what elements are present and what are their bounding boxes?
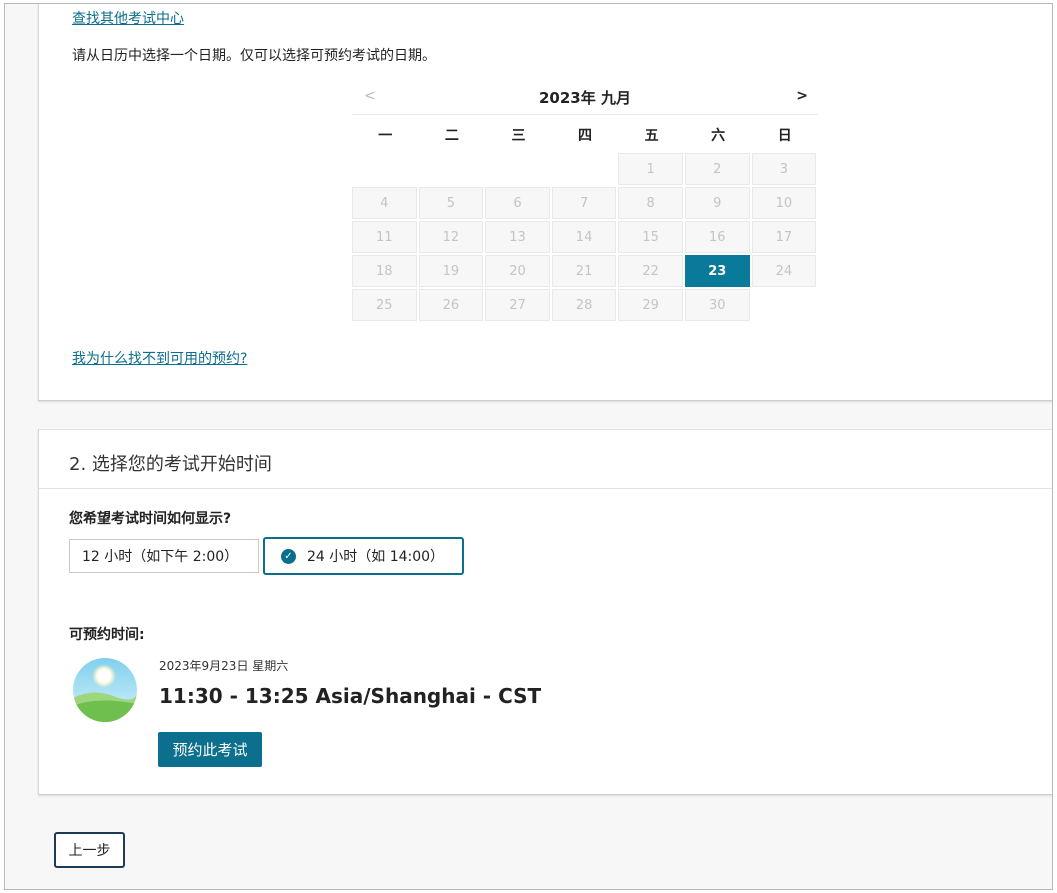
calendar-day-grid: 1 2 3 4 5 6 7 8 9 10 11 12 13 14 15 16 17 18 19 20 21 22 23 24 2… <box>352 153 818 321</box>
time-format-question: 您希望考试时间如何显示? <box>69 511 232 527</box>
calendar-day: 19 <box>418 255 484 287</box>
calendar-day: 8 <box>618 187 683 219</box>
calendar-header: < 2023年 九月 > <box>352 80 818 115</box>
calendar-day: 6 <box>485 187 550 219</box>
calendar-day: 5 <box>418 187 484 219</box>
calendar-day-selected[interactable]: 23 <box>684 255 750 287</box>
time-selection-card: 2. 选择您的考试开始时间 您希望考试时间如何显示? 12 小时（如下午 2:0… <box>38 429 1052 794</box>
calendar-weekday: 一 <box>378 128 393 144</box>
time-format-24h-option[interactable]: ✓ 24 小时（如 14:00） <box>263 537 464 575</box>
calendar-weekday: 三 <box>511 128 526 144</box>
calendar-day: 16 <box>684 221 750 253</box>
calendar: < 2023年 九月 > 一二三四五六日 1 2 3 4 5 6 7 8 9 10 11 12 13 14… <box>352 80 818 321</box>
slot-time: 11:30 - 13:25 Asia/Shanghai - CST <box>159 684 542 708</box>
calendar-day: 26 <box>418 289 484 321</box>
calendar-day: 30 <box>684 289 750 321</box>
calendar-day: 11 <box>352 221 417 253</box>
calendar-day: 7 <box>551 187 617 219</box>
slot-date: 2023年9月23日 星期六 <box>159 659 289 673</box>
calendar-day: 27 <box>485 289 550 321</box>
calendar-day: 13 <box>485 221 550 253</box>
page-frame: 查找其他考试中心 请从日历中选择一个日期。仅可以选择可预约考试的日期。 < 20… <box>4 3 1053 890</box>
calendar-day: 25 <box>352 289 417 321</box>
find-other-centers-link[interactable]: 查找其他考试中心 <box>72 8 184 28</box>
back-button[interactable]: 上一步 <box>54 832 125 868</box>
calendar-day: 29 <box>618 289 683 321</box>
time-format-12h-option[interactable]: 12 小时（如下午 2:00） <box>69 539 259 573</box>
calendar-day: 15 <box>618 221 683 253</box>
calendar-next-month-button[interactable]: > <box>796 88 808 104</box>
calendar-empty-cell <box>552 153 617 185</box>
calendar-day: 3 <box>751 153 817 185</box>
calendar-weekday: 四 <box>578 128 593 144</box>
checkmark-icon: ✓ <box>281 548 296 564</box>
calendar-weekday: 二 <box>444 128 459 144</box>
calendar-day: 10 <box>751 187 817 219</box>
calendar-day: 22 <box>618 255 683 287</box>
calendar-day: 18 <box>352 255 417 287</box>
calendar-weekday: 五 <box>644 128 659 144</box>
time-format-24h-label: 24 小时（如 14:00） <box>307 549 445 565</box>
why-no-appointments-link[interactable]: 我为什么找不到可用的预约? <box>72 348 247 368</box>
calendar-weekday: 六 <box>711 128 726 144</box>
calendar-day: 9 <box>684 187 750 219</box>
calendar-weekday-row: 一二三四五六日 <box>352 117 818 153</box>
calendar-day: 14 <box>551 221 617 253</box>
calendar-day: 20 <box>485 255 550 287</box>
calendar-instruction: 请从日历中选择一个日期。仅可以选择可预约考试的日期。 <box>72 48 436 64</box>
section-title: 2. 选择您的考试开始时间 <box>69 454 272 475</box>
calendar-day: 12 <box>418 221 484 253</box>
available-times-label: 可预约时间: <box>69 627 145 643</box>
calendar-day: 2 <box>684 153 750 185</box>
book-exam-button[interactable]: 预约此考试 <box>158 732 262 767</box>
daytime-landscape-icon <box>73 658 137 722</box>
calendar-day: 24 <box>751 255 817 287</box>
calendar-day: 21 <box>551 255 617 287</box>
calendar-day: 17 <box>751 221 817 253</box>
calendar-day: 4 <box>352 187 417 219</box>
calendar-empty-cell <box>485 153 550 185</box>
calendar-empty-cell <box>419 153 484 185</box>
calendar-day: 28 <box>551 289 617 321</box>
date-selection-card: 查找其他考试中心 请从日历中选择一个日期。仅可以选择可预约考试的日期。 < 20… <box>38 4 1052 400</box>
section-divider <box>39 488 1052 489</box>
time-format-12h-label: 12 小时（如下午 2:00） <box>82 549 239 565</box>
calendar-empty-cell <box>352 153 417 185</box>
calendar-day: 1 <box>618 153 683 185</box>
calendar-month-title: 2023年 九月 <box>539 89 631 107</box>
calendar-weekday: 日 <box>777 128 792 144</box>
